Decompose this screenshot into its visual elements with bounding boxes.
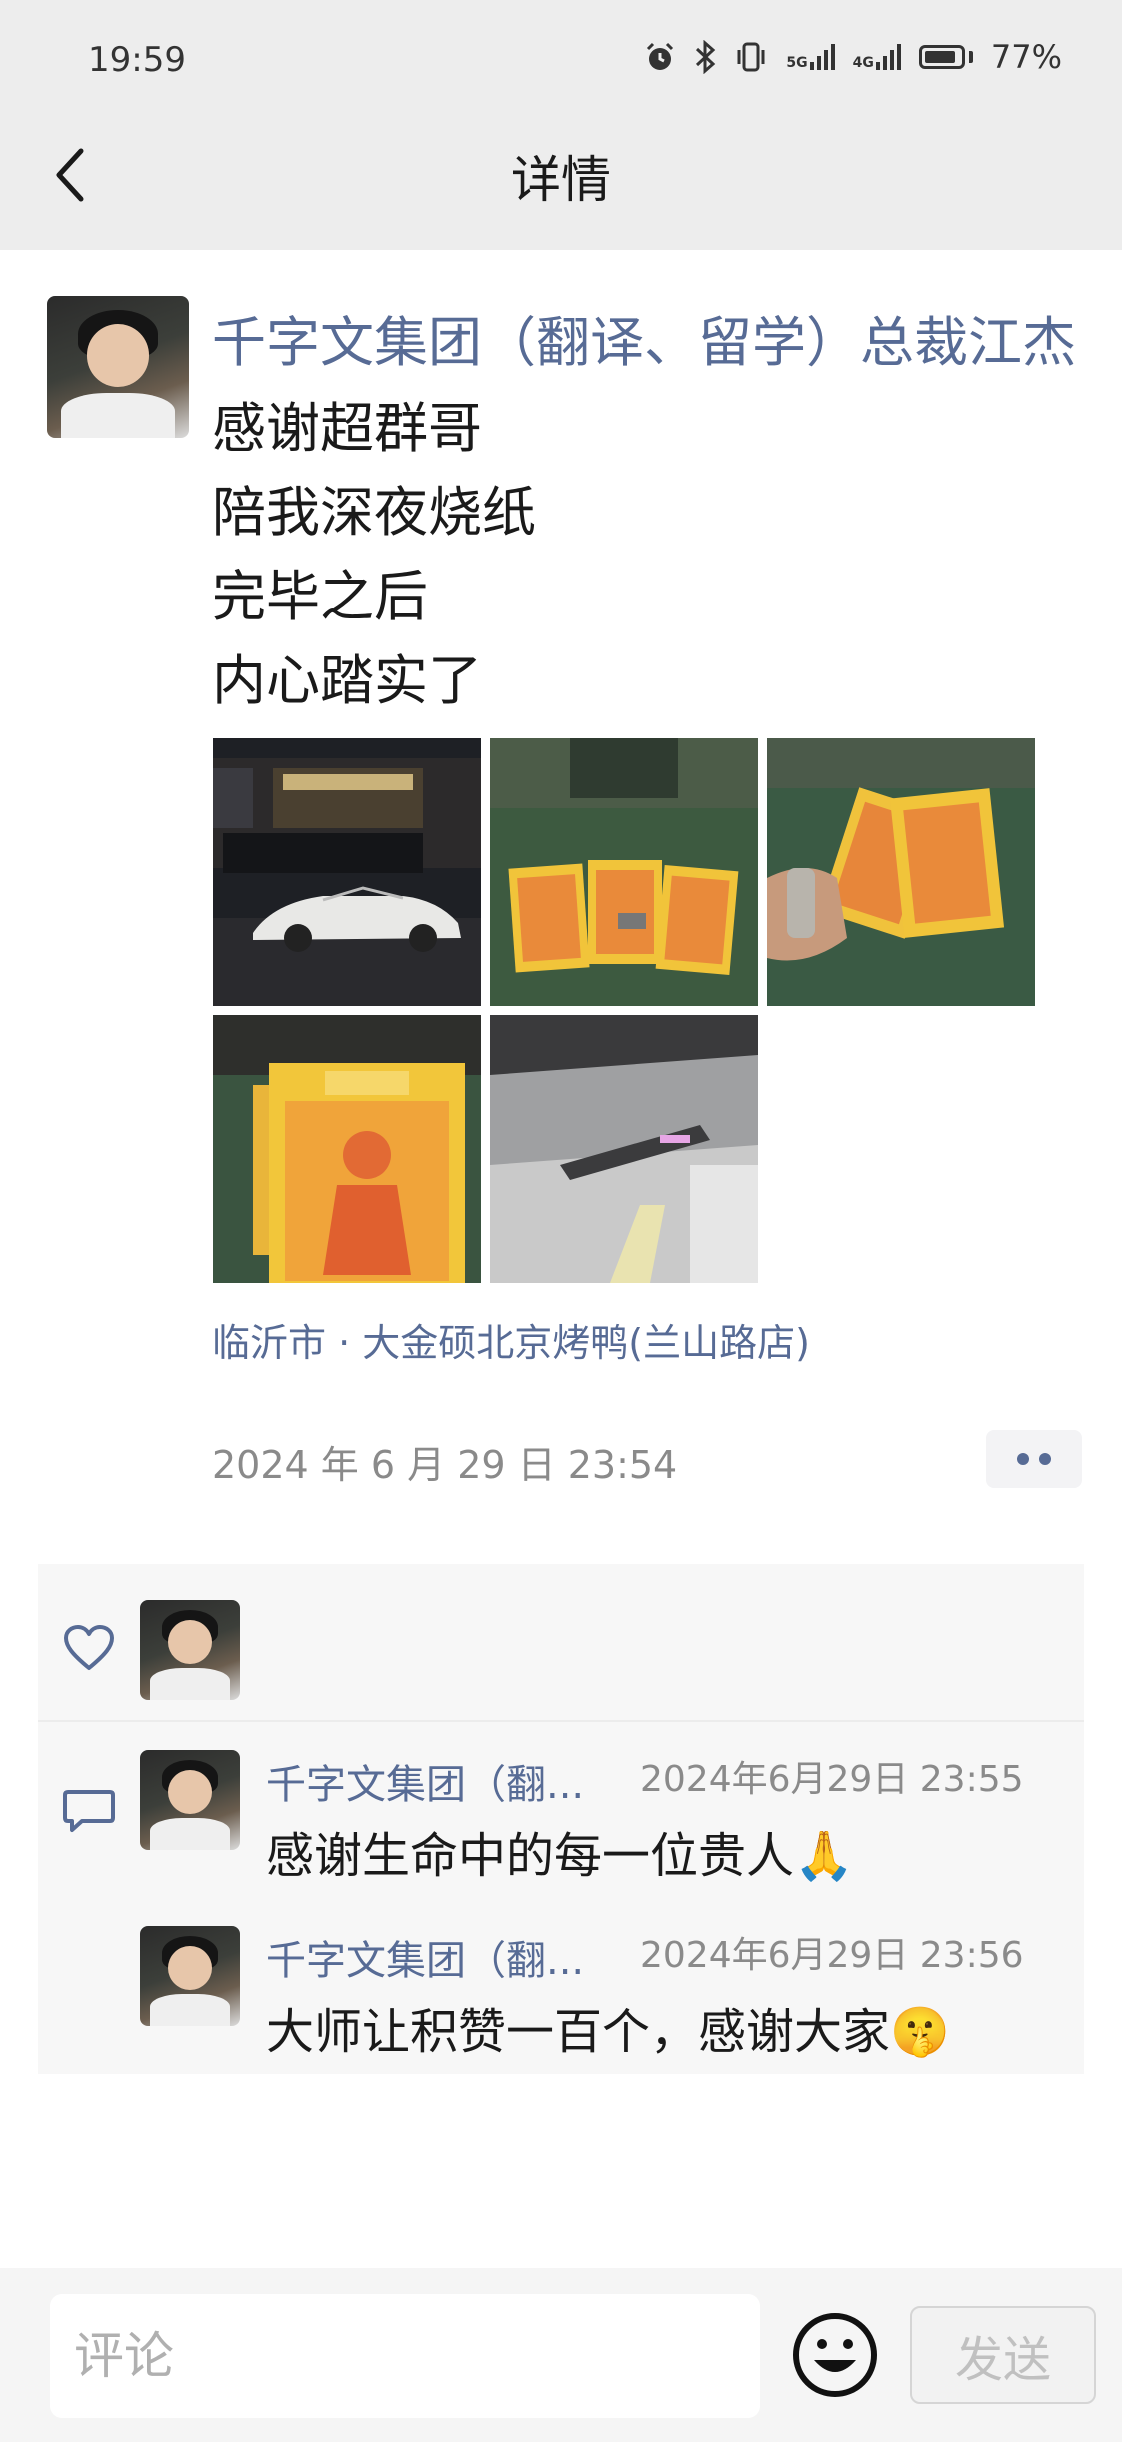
heart-icon (64, 1625, 114, 1670)
status-time: 19:59 (88, 40, 186, 80)
emoji-icon (793, 2313, 877, 2397)
battery-percent: 77% (990, 38, 1062, 76)
comment-bar: 发送 (0, 2268, 1122, 2442)
more-button[interactable] (986, 1430, 1082, 1488)
signal-icon: 5G (786, 44, 835, 70)
emoji-button[interactable] (790, 2310, 880, 2400)
post-text-line: 内心踏实了 (212, 649, 482, 712)
comment-bubble-icon (63, 1790, 115, 1832)
post-location[interactable]: 临沂市 · 大金硕北京烤鸭(兰山路店) (212, 1312, 810, 1367)
battery-icon (918, 45, 973, 69)
bluetooth-icon (696, 40, 716, 74)
commenter-avatar[interactable] (140, 1926, 240, 2026)
commenter-avatar[interactable] (140, 1750, 240, 1850)
post-photo[interactable] (767, 738, 1035, 1006)
post-text-line: 感谢超群哥 (212, 397, 482, 460)
likes-comments-panel: 千字文集团（翻... 2024年6月29日 23:55 感谢生命中的每一位贵人🙏… (38, 1564, 1084, 2074)
comment-text: 感谢生命中的每一位贵人🙏 (266, 1828, 854, 1884)
post-photo[interactable] (213, 1015, 481, 1283)
author-avatar[interactable] (47, 296, 189, 438)
comment-time: 2024年6月29日 23:56 (640, 1935, 1024, 1976)
send-button[interactable]: 发送 (910, 2306, 1096, 2404)
comment-time: 2024年6月29日 23:55 (640, 1759, 1024, 1800)
comment-author[interactable]: 千字文集团（翻... (266, 1752, 584, 1810)
post-photo[interactable] (490, 1015, 758, 1283)
status-icons: 5G 4G 77% (644, 38, 1062, 76)
top-bar: 19:59 5G 4G 77% 详情 (0, 0, 1122, 250)
divider (38, 1720, 1084, 1722)
post-text-line: 完毕之后 (212, 565, 428, 628)
signal-icon-2: 4G (853, 44, 901, 70)
vibrate-icon (737, 42, 765, 72)
alarm-icon (647, 42, 674, 70)
comment-author[interactable]: 千字文集团（翻... (266, 1928, 584, 1986)
comment-text: 大师让积赞一百个，感谢大家🤫 (266, 2004, 950, 2060)
more-icon (1017, 1453, 1029, 1465)
post-text-line: 陪我深夜烧纸 (212, 481, 536, 544)
page-title: 详情 (511, 151, 611, 209)
post-photo[interactable] (490, 738, 758, 1006)
post-timestamp: 2024 年 6 月 29 日 23:54 (212, 1443, 678, 1487)
post-author-name[interactable]: 千字文集团（翻译、留学）总裁江杰 (212, 298, 1076, 377)
comment-input[interactable] (50, 2294, 760, 2418)
post-photo[interactable] (213, 738, 481, 1006)
liker-avatar[interactable] (140, 1600, 240, 1700)
